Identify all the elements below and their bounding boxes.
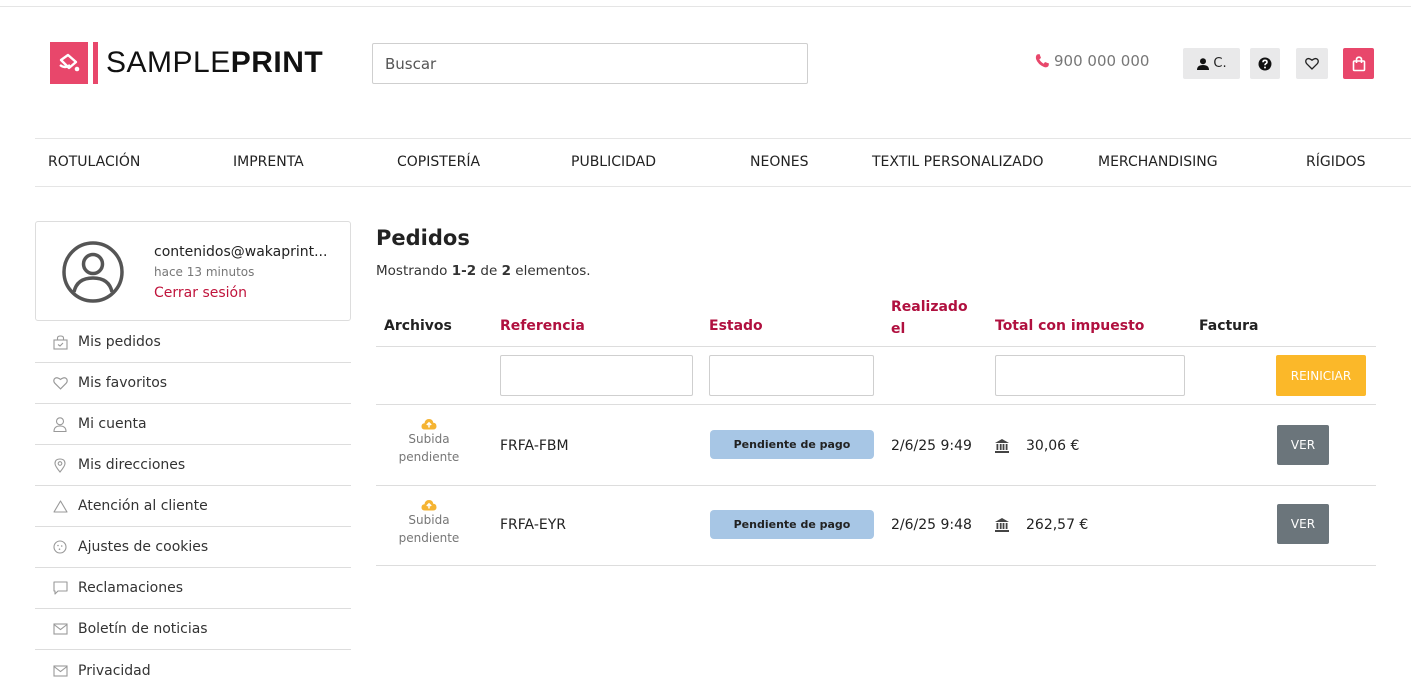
sidebar-item-mis-direcciones[interactable]: Mis direcciones	[35, 445, 351, 486]
sidebar-item-label: Boletín de noticias	[78, 621, 208, 637]
chat-icon	[52, 580, 68, 596]
favorites-button[interactable]	[1296, 48, 1328, 79]
column-header-estado[interactable]: Estado	[709, 318, 763, 334]
page-title: Pedidos	[376, 226, 470, 250]
order-total: 30,06 €	[1026, 438, 1080, 454]
nav-item-imprenta[interactable]: IMPRENTA	[233, 154, 304, 170]
column-header-total[interactable]: Total con impuesto	[995, 318, 1144, 334]
phone-number: 900 000 000	[1054, 52, 1150, 70]
cart-button[interactable]	[1343, 48, 1374, 79]
phone-link[interactable]: 900 000 000	[1034, 52, 1149, 70]
order-reference: FRFA-EYR	[500, 517, 566, 533]
sidebar-item-mi-cuenta[interactable]: Mi cuenta	[35, 404, 351, 445]
account-button[interactable]: C.	[1183, 48, 1240, 79]
mail-icon	[52, 663, 68, 679]
sidebar-item-label: Reclamaciones	[78, 580, 184, 596]
top-divider	[0, 6, 1411, 7]
sidebar-item-boletin-de-noticias[interactable]: Boletín de noticias	[35, 609, 351, 650]
shopping-bag-icon	[1352, 55, 1365, 71]
order-date: 2/6/25 9:48	[891, 517, 972, 533]
orders-icon	[52, 334, 68, 350]
logo-text: SAMPLEPRINT	[106, 46, 324, 79]
view-order-button[interactable]: VER	[1277, 425, 1329, 465]
upload-status[interactable]: Subida pendiente	[397, 418, 461, 466]
profile-last-seen: hace 13 minutos	[154, 265, 255, 279]
profile-email: contenidos@wakaprint...	[154, 244, 328, 260]
order-total: 262,57 €	[1026, 517, 1089, 533]
cloud-upload-icon	[421, 419, 437, 430]
sidebar-item-label: Atención al cliente	[78, 498, 208, 514]
question-circle-icon	[1258, 57, 1272, 70]
nav-item-neones[interactable]: NEONES	[750, 154, 809, 170]
status-badge: Pendiente de pago	[710, 510, 874, 539]
nav-item-merchandising[interactable]: MERCHANDISING	[1098, 154, 1218, 170]
row-divider	[376, 565, 1376, 566]
avatar	[62, 241, 124, 303]
sidebar-item-label: Privacidad	[78, 662, 151, 679]
bank-icon	[995, 518, 1009, 532]
nav-item-rotulacion[interactable]: ROTULACIÓN	[48, 154, 140, 170]
search-input[interactable]	[372, 43, 808, 84]
phone-icon	[1035, 54, 1049, 68]
heart-icon	[52, 375, 68, 391]
sidebar-item-mis-pedidos[interactable]: Mis pedidos	[35, 322, 351, 363]
order-date: 2/6/25 9:49	[891, 438, 972, 454]
sidebar-item-mis-favoritos[interactable]: Mis favoritos	[35, 363, 351, 404]
column-header-archivos: Archivos	[384, 318, 452, 334]
filter-divider	[376, 404, 1376, 405]
account-initial: C.	[1213, 56, 1227, 71]
user-icon	[52, 416, 68, 432]
location-pin-icon	[52, 457, 68, 473]
sidebar-item-privacidad[interactable]: Privacidad	[35, 650, 351, 681]
status-badge: Pendiente de pago	[710, 430, 874, 459]
nav-divider-top	[35, 138, 1411, 139]
logo[interactable]: SAMPLEPRINT	[50, 42, 323, 84]
warning-triangle-icon	[52, 498, 68, 514]
paint-bucket-icon	[50, 42, 88, 84]
reset-filters-button[interactable]: REINICIAR	[1276, 355, 1366, 396]
sidebar-item-reclamaciones[interactable]: Reclamaciones	[35, 568, 351, 609]
nav-item-textil-personalizado[interactable]: TEXTIL PERSONALIZADO	[872, 154, 1044, 170]
sidebar-item-label: Mis pedidos	[78, 334, 161, 350]
sidebar-item-label: Mis direcciones	[78, 457, 186, 473]
profile-card: contenidos@wakaprint... hace 13 minutos …	[35, 221, 351, 321]
logo-bar	[93, 42, 98, 84]
filter-referencia-input[interactable]	[500, 355, 693, 396]
nav-item-rigidos[interactable]: RÍGIDOS	[1306, 154, 1366, 170]
bank-icon	[995, 439, 1009, 453]
cookie-icon	[52, 539, 68, 555]
order-reference: FRFA-FBM	[500, 438, 569, 454]
logout-link[interactable]: Cerrar sesión	[154, 285, 247, 301]
nav-item-publicidad[interactable]: PUBLICIDAD	[571, 154, 656, 170]
sidebar-item-atencion-al-cliente[interactable]: Atención al cliente	[35, 486, 351, 527]
mail-icon	[52, 621, 68, 637]
view-order-button[interactable]: VER	[1277, 504, 1329, 544]
column-header-referencia[interactable]: Referencia	[500, 318, 585, 334]
column-header-realizado-el[interactable]: Realizado el	[891, 296, 968, 340]
help-button[interactable]	[1250, 48, 1280, 79]
filter-estado-input[interactable]	[709, 355, 874, 396]
row-divider	[376, 485, 1376, 486]
upload-status[interactable]: Subida pendiente	[397, 499, 461, 547]
sidebar-item-label: Mis favoritos	[78, 375, 168, 391]
sidebar-item-ajustes-de-cookies[interactable]: Ajustes de cookies	[35, 527, 351, 568]
user-icon	[1197, 57, 1210, 70]
filter-total-input[interactable]	[995, 355, 1185, 396]
sidebar-item-label: Ajustes de cookies	[78, 539, 209, 555]
heart-icon	[1305, 57, 1319, 70]
column-header-factura: Factura	[1199, 318, 1259, 334]
header-divider	[376, 346, 1376, 347]
results-summary: Mostrando 1-2 de 2 elementos.	[376, 263, 591, 279]
cloud-upload-icon	[421, 500, 437, 511]
nav-divider-bottom	[35, 186, 1411, 187]
sidebar-item-label: Mi cuenta	[78, 416, 147, 432]
nav-item-copisteria[interactable]: COPISTERÍA	[397, 154, 480, 170]
